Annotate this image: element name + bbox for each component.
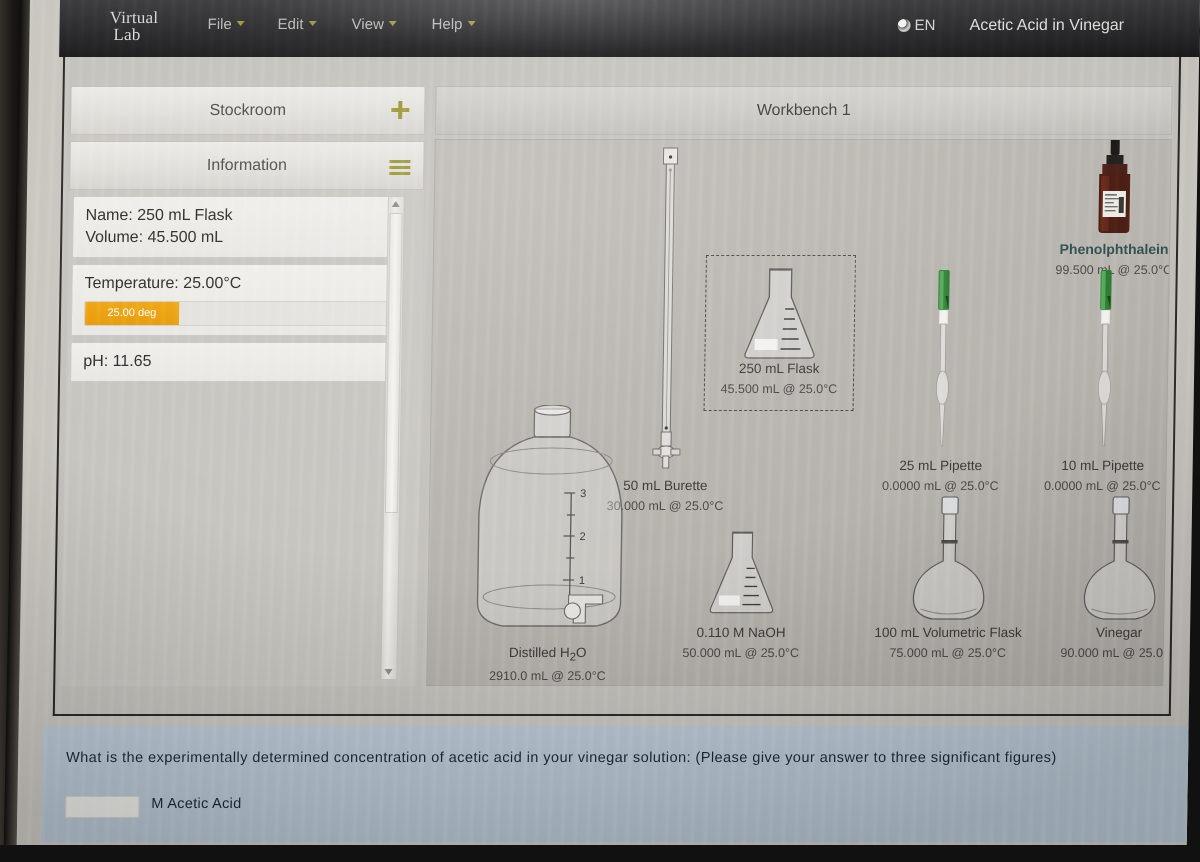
information-content: Name: 250 mL Flask Volume: 45.500 mL Tem…	[65, 196, 403, 680]
info-name: Name: 250 mL Flask	[85, 207, 233, 224]
flask-250-label: 250 mL Flask	[738, 361, 820, 376]
app-logo: Virtual Lab	[109, 8, 159, 44]
photo-background: Virtual Lab File Edit View Help EN Aceti…	[0, 0, 1200, 862]
plus-icon[interactable]	[390, 100, 410, 120]
distilled-water-label: Distilled H2O	[508, 645, 587, 664]
workbench-item-burette[interactable]: 50 mL Burette 30.000 mL @ 25.0°C	[607, 140, 723, 513]
menu-edit[interactable]: Edit	[277, 16, 317, 33]
screen: Virtual Lab File Edit View Help EN Aceti…	[16, 0, 1200, 862]
information-header[interactable]: Information	[69, 141, 425, 190]
temperature-slider-value: 25.00 deg	[84, 301, 179, 325]
info-volume: Volume: 45.500 mL	[85, 228, 224, 246]
workbench-title: Workbench 1	[756, 102, 851, 119]
workbench-header: Workbench 1	[434, 86, 1173, 135]
info-card-ph: pH: 11.65	[69, 341, 401, 383]
menu-help-label: Help	[431, 16, 463, 33]
temperature-slider[interactable]: 25.00 deg	[83, 300, 389, 326]
menu-view[interactable]: View	[351, 16, 397, 33]
monitor-bezel-bottom	[0, 845, 1200, 862]
stockroom-title: Stockroom	[209, 102, 287, 119]
info-ph: pH: 11.65	[83, 352, 152, 370]
chevron-down-icon	[388, 21, 397, 26]
scroll-down-icon[interactable]	[381, 664, 396, 679]
answer-unit-label: M Acetic Acid	[151, 796, 242, 812]
pipette-10-label: 10 mL Pipette	[1061, 458, 1145, 473]
info-card-temperature: Temperature: 25.00°C 25.00 deg	[70, 264, 402, 336]
menu-help[interactable]: Help	[431, 16, 476, 33]
info-temperature: Temperature: 25.00°C	[84, 275, 242, 293]
language-selector[interactable]: EN	[897, 17, 936, 34]
burette-icon	[652, 147, 681, 469]
pipette-25-detail: 0.0000 mL @ 25.0°C	[881, 478, 999, 493]
hamburger-icon[interactable]	[389, 160, 411, 175]
svg-text:2: 2	[579, 531, 585, 543]
volumetric-flask-icon	[912, 496, 985, 620]
dropper-bottle-icon	[1098, 139, 1131, 233]
workbench: Workbench 1 50 mL Burette 30.000 mL @ 25…	[426, 86, 1173, 686]
svg-text:1: 1	[579, 575, 585, 587]
menu-bar: Virtual Lab File Edit View Help EN Aceti…	[59, 0, 1200, 57]
question-panel: What is the experimentally determined co…	[40, 726, 1195, 842]
vinegar-detail: 90.000 mL @ 25.0°C	[1060, 645, 1172, 660]
menu-edit-label: Edit	[277, 16, 304, 33]
volumetric-100-label: 100 mL Volumetric Flask	[874, 625, 1022, 640]
carboy-icon: 3 2 1	[476, 405, 623, 627]
flask-250-detail: 45.500 mL @ 25.0°C	[720, 381, 838, 396]
svg-text:3: 3	[580, 488, 586, 500]
phenolphthalein-label: Phenolphthalein	[1059, 241, 1169, 257]
burette-label: 50 mL Burette	[623, 478, 708, 493]
app-logo-line2: Lab	[113, 25, 141, 44]
pipette-10-detail: 0.0000 mL @ 25.0°C	[1043, 478, 1161, 493]
distilled-water-detail: 2910.0 mL @ 25.0°C	[488, 669, 606, 683]
volumetric-flask-icon	[1083, 496, 1156, 620]
pipette-25-label: 25 mL Pipette	[899, 458, 983, 473]
experiment-title: Acetic Acid in Vinegar	[969, 17, 1125, 34]
app-body: Stockroom Information Name: 250 mL Flask…	[52, 57, 1182, 716]
workbench-surface[interactable]: 50 mL Burette 30.000 mL @ 25.0°C 250 mL …	[426, 139, 1172, 686]
erlenmeyer-flask-icon	[709, 531, 774, 614]
info-card-identity: Name: 250 mL Flask Volume: 45.500 mL	[71, 196, 403, 259]
information-title: Information	[206, 157, 288, 174]
answer-input[interactable]	[65, 796, 140, 818]
volumetric-100-detail: 75.000 mL @ 25.0°C	[889, 645, 1007, 660]
chevron-down-icon	[308, 21, 317, 26]
pipette-icon	[936, 270, 950, 447]
chevron-down-icon	[467, 21, 476, 26]
naoh-label: 0.110 M NaOH	[696, 625, 786, 640]
globe-icon	[897, 19, 911, 32]
language-label: EN	[914, 17, 936, 34]
naoh-detail: 50.000 mL @ 25.0°C	[682, 645, 800, 660]
menu-file[interactable]: File	[207, 16, 245, 33]
question-prompt: What is the experimentally determined co…	[65, 750, 1057, 766]
scroll-up-icon[interactable]	[389, 197, 404, 212]
chevron-down-icon	[236, 21, 245, 26]
stockroom-header[interactable]: Stockroom	[69, 86, 426, 135]
pipette-icon	[1098, 270, 1112, 447]
sidebar: Stockroom Information Name: 250 mL Flask…	[61, 86, 426, 686]
erlenmeyer-flask-icon	[744, 268, 815, 359]
menu-file-label: File	[207, 16, 232, 33]
menu-view-label: View	[351, 16, 384, 33]
scrollbar-thumb[interactable]	[384, 213, 403, 513]
vinegar-label: Vinegar	[1095, 625, 1143, 640]
